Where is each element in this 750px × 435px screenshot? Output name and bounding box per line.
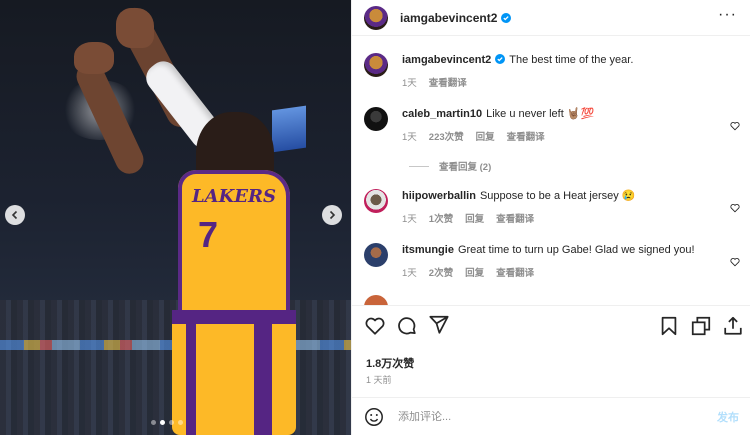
- comment-row: itsmungie Great time to turn up Gabe! Gla…: [364, 243, 744, 279]
- caption-username[interactable]: iamgabevincent2: [402, 54, 506, 66]
- player-jersey: LAKERS 7: [178, 170, 290, 320]
- commenter-username[interactable]: itsmungie: [402, 244, 454, 256]
- comment-emoji: 🤘🏽💯: [566, 108, 595, 120]
- comment-emoji: 😢: [621, 190, 636, 202]
- comment-row-cut-off: [364, 295, 744, 305]
- save-bookmark-icon[interactable]: [658, 315, 680, 337]
- slide-dot[interactable]: [151, 420, 156, 425]
- action-icon-bar: [364, 314, 742, 339]
- caption-text: The best time of the year.: [509, 54, 634, 66]
- comment-composer: 发布: [352, 397, 750, 435]
- like-heart-icon[interactable]: [364, 315, 386, 337]
- comment-row: hiipowerballin Suppose to be a Heat jerse…: [364, 189, 744, 225]
- comment-time: 1天: [402, 132, 417, 143]
- comment-likes[interactable]: 223次赞: [429, 129, 464, 143]
- view-replies-label: 查看回复 (2): [439, 162, 492, 173]
- comment-time: 1天: [402, 214, 417, 225]
- commenter-avatar[interactable]: [364, 189, 388, 213]
- next-slide-button[interactable]: [322, 205, 342, 225]
- comment-bubble-icon[interactable]: [396, 315, 418, 337]
- view-replies-button[interactable]: 查看回复 (2): [409, 159, 491, 173]
- commenter-avatar[interactable]: [364, 243, 388, 267]
- comment-text: Suppose to be a Heat jersey: [479, 190, 619, 202]
- comments-section: iamgabevincent2 The best time of the year…: [352, 37, 750, 305]
- slide-indicator: [151, 420, 183, 425]
- commenter-username[interactable]: caleb_martin10: [402, 108, 482, 120]
- caption-row: iamgabevincent2 The best time of the year…: [364, 53, 744, 89]
- comment-text: Great time to turn up Gabe! Glad we sign…: [457, 244, 695, 256]
- upload-share-icon[interactable]: [722, 315, 744, 337]
- share-send-icon[interactable]: [428, 314, 450, 336]
- jersey-number: 7: [198, 214, 219, 255]
- instagram-post-modal: LAKERS 7 iamgabevincent2 ··· iamgabevinc…: [0, 0, 750, 435]
- translate-link[interactable]: 查看翻译: [496, 265, 534, 279]
- author-avatar[interactable]: [364, 5, 388, 30]
- commenter-username[interactable]: hiipowerballin: [402, 190, 476, 202]
- emoji-smile-icon[interactable]: [364, 407, 384, 427]
- like-comment-heart-icon[interactable]: [730, 203, 740, 213]
- more-options-icon[interactable]: ···: [718, 7, 737, 23]
- post-side-panel: iamgabevincent2 ··· iamgabevincent2 The b…: [351, 0, 750, 435]
- likes-count[interactable]: 1.8万次赞: [366, 355, 414, 371]
- arena-scoreboard: [272, 105, 306, 153]
- translate-link[interactable]: 查看翻译: [429, 75, 467, 89]
- verified-badge-icon: [501, 12, 512, 23]
- post-actions: 1.8万次赞 1 天前 发布: [352, 305, 750, 435]
- comment-time: 1天: [402, 268, 417, 279]
- caption-time: 1天: [402, 78, 417, 89]
- jersey-text: LAKERS: [192, 186, 276, 207]
- like-comment-heart-icon[interactable]: [730, 257, 740, 267]
- comment-likes[interactable]: 2次赞: [429, 265, 453, 279]
- translate-link[interactable]: 查看翻译: [496, 211, 534, 225]
- shorts-stripe: [186, 310, 196, 435]
- post-photo[interactable]: LAKERS 7: [0, 0, 351, 435]
- slide-dot[interactable]: [169, 420, 174, 425]
- comment-likes[interactable]: 1次赞: [429, 211, 453, 225]
- slide-dot[interactable]: [178, 420, 183, 425]
- previous-slide-button[interactable]: [5, 205, 25, 225]
- comment-row: caleb_martin10 Like u never left 🤘🏽💯 1天 22…: [364, 107, 744, 143]
- player-right-hand: [116, 8, 154, 48]
- add-comment-input[interactable]: [398, 411, 717, 423]
- translate-link[interactable]: 查看翻译: [507, 129, 545, 143]
- view-copies-icon[interactable]: [690, 315, 712, 337]
- replies-divider: [409, 165, 429, 167]
- like-comment-heart-icon[interactable]: [730, 121, 740, 131]
- reply-button[interactable]: 回复: [465, 265, 484, 279]
- author-avatar[interactable]: [364, 53, 388, 77]
- post-header: iamgabevincent2 ···: [352, 0, 750, 36]
- verified-badge-icon: [495, 54, 506, 64]
- reply-button[interactable]: 回复: [476, 129, 495, 143]
- chevron-left-icon: [11, 210, 18, 220]
- reply-button[interactable]: 回复: [465, 211, 484, 225]
- player-shorts: [172, 310, 296, 435]
- chevron-right-icon: [329, 210, 336, 220]
- commenter-avatar[interactable]: [364, 295, 388, 305]
- commenter-avatar[interactable]: [364, 107, 388, 131]
- shorts-stripe: [254, 310, 272, 435]
- author-username[interactable]: iamgabevincent2: [400, 11, 512, 25]
- comment-text: Like u never left: [486, 108, 564, 120]
- slide-dot[interactable]: [160, 420, 165, 425]
- player-left-hand: [74, 42, 114, 74]
- post-comment-button[interactable]: 发布: [717, 409, 739, 425]
- post-date: 1 天前: [366, 375, 392, 385]
